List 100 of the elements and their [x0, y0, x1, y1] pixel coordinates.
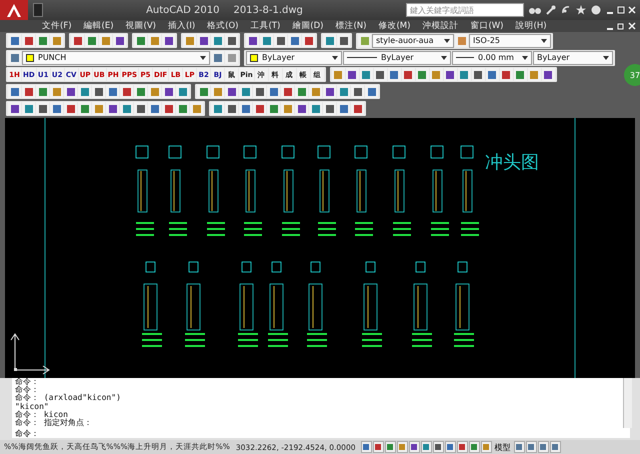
toolbar-button[interactable]: [388, 68, 401, 81]
linetype-dropdown[interactable]: ByLayer: [343, 50, 451, 64]
toolbar-button[interactable]: [402, 68, 415, 81]
toolbar-button[interactable]: [120, 85, 133, 98]
drafting-toggle-button[interactable]: [444, 441, 456, 453]
toolbar-button[interactable]: [542, 68, 555, 81]
toolbar-button[interactable]: [162, 34, 175, 47]
toolbar-button[interactable]: [8, 34, 21, 47]
toolbar-button[interactable]: [176, 85, 189, 98]
toolbar-button[interactable]: [323, 34, 336, 47]
toolbar-button[interactable]: [148, 102, 161, 115]
drafting-toggle-button[interactable]: [456, 441, 468, 453]
layer-dropdown[interactable]: PUNCH: [22, 50, 210, 64]
toolbar-button[interactable]: [337, 102, 350, 115]
toolbar-button[interactable]: [486, 68, 499, 81]
layout-button[interactable]: [526, 441, 536, 453]
menu-item[interactable]: 窗口(W): [466, 20, 508, 32]
dimension-style-button[interactable]: [455, 34, 468, 47]
close-icon[interactable]: [628, 6, 636, 14]
toolbar-button[interactable]: [113, 34, 126, 47]
toolbar-button[interactable]: [197, 34, 210, 47]
toolbar-button[interactable]: [64, 85, 77, 98]
command-line-field[interactable]: 命令：: [12, 428, 630, 438]
toolbar-button[interactable]: [64, 102, 77, 115]
drafting-toggle-button[interactable]: [396, 441, 408, 453]
toolbar-button[interactable]: [416, 68, 429, 81]
toolbar-button[interactable]: [309, 102, 322, 115]
menu-item[interactable]: 插入(I): [164, 20, 200, 32]
layout-button[interactable]: [538, 441, 548, 453]
toolbar-button[interactable]: [22, 85, 35, 98]
toolbar-button[interactable]: [211, 102, 224, 115]
toolbar-button[interactable]: [295, 102, 308, 115]
toolbar-button[interactable]: [162, 85, 175, 98]
close-icon[interactable]: [628, 22, 636, 30]
toolbar-button[interactable]: [78, 102, 91, 115]
toolbar-button[interactable]: [374, 68, 387, 81]
restore-icon[interactable]: [617, 22, 625, 30]
drafting-toggle-button[interactable]: [372, 441, 384, 453]
toolbar-button[interactable]: [346, 68, 359, 81]
menu-item[interactable]: 格式(O): [203, 20, 242, 32]
scrollbar[interactable]: [623, 378, 632, 428]
toolbar-button[interactable]: [295, 85, 308, 98]
toolbar-button[interactable]: [500, 68, 513, 81]
layer-manager-button[interactable]: [8, 51, 21, 64]
toolbar-button[interactable]: [134, 102, 147, 115]
toolbar-button[interactable]: [8, 85, 21, 98]
drafting-toggle-button[interactable]: [360, 441, 372, 453]
menu-item[interactable]: 工具(T): [246, 20, 284, 32]
toolbar-button[interactable]: [267, 102, 280, 115]
color-dropdown[interactable]: ByLayer: [246, 50, 342, 64]
drafting-toggle-button[interactable]: [480, 441, 492, 453]
dimension-style-dropdown[interactable]: ISO-25: [469, 34, 551, 48]
toolbar-button[interactable]: [50, 102, 63, 115]
toolbar-button[interactable]: [225, 85, 238, 98]
menu-item[interactable]: 視圖(V): [122, 20, 160, 32]
toolbar-button[interactable]: [351, 85, 364, 98]
toolbar-button[interactable]: [22, 34, 35, 47]
drafting-toggle-button[interactable]: [468, 441, 480, 453]
toolbar-button[interactable]: [134, 34, 147, 47]
menu-item[interactable]: 修改(M): [374, 20, 414, 32]
lineweight-dropdown[interactable]: 0.00 mm: [452, 50, 532, 64]
toolbar-button[interactable]: [288, 34, 301, 47]
toolbar-button[interactable]: [323, 85, 336, 98]
toolbar-button[interactable]: [106, 102, 119, 115]
toolbar-button[interactable]: [22, 102, 35, 115]
notification-badge[interactable]: 37: [624, 64, 640, 86]
menu-item[interactable]: 標注(N): [331, 20, 370, 32]
toolbar-button[interactable]: [246, 34, 259, 47]
menu-item[interactable]: 繪圖(D): [288, 20, 328, 32]
toolbar-button[interactable]: [260, 34, 273, 47]
star-icon[interactable]: [576, 5, 586, 15]
search-field[interactable]: 鍵入关鍵字或詞語: [406, 3, 524, 17]
toolbar-button[interactable]: [351, 102, 364, 115]
toolbar-button[interactable]: [274, 34, 287, 47]
menu-item[interactable]: 文件(F): [38, 20, 76, 32]
model-space-button[interactable]: 模型: [492, 441, 512, 453]
toolbar-button[interactable]: [239, 85, 252, 98]
toolbar-button[interactable]: [176, 102, 189, 115]
layout-button[interactable]: [550, 441, 560, 453]
maximize-icon[interactable]: [617, 6, 625, 14]
application-menu-button[interactable]: [0, 0, 28, 20]
layout-button[interactable]: [514, 441, 524, 453]
toolbar-button[interactable]: [337, 34, 350, 47]
toolbar-button[interactable]: [472, 68, 485, 81]
toolbar-button[interactable]: [458, 68, 471, 81]
toolbar-button[interactable]: [225, 102, 238, 115]
toolbar-button[interactable]: [281, 85, 294, 98]
satellite-icon[interactable]: [561, 5, 571, 15]
toolbar-button[interactable]: [36, 34, 49, 47]
toolbar-button[interactable]: [36, 102, 49, 115]
binoculars-icon[interactable]: [529, 5, 541, 15]
toolbar-button[interactable]: [239, 102, 252, 115]
toolbar-button[interactable]: [267, 85, 280, 98]
menu-item[interactable]: 說明(H): [512, 20, 551, 32]
toolbar-button[interactable]: [211, 51, 224, 64]
toolbar-button[interactable]: [253, 102, 266, 115]
menu-item[interactable]: 沖模設計: [418, 20, 462, 32]
drafting-toggle-button[interactable]: [384, 441, 396, 453]
toolbar-button[interactable]: [444, 68, 457, 81]
toolbar-button[interactable]: [514, 68, 527, 81]
